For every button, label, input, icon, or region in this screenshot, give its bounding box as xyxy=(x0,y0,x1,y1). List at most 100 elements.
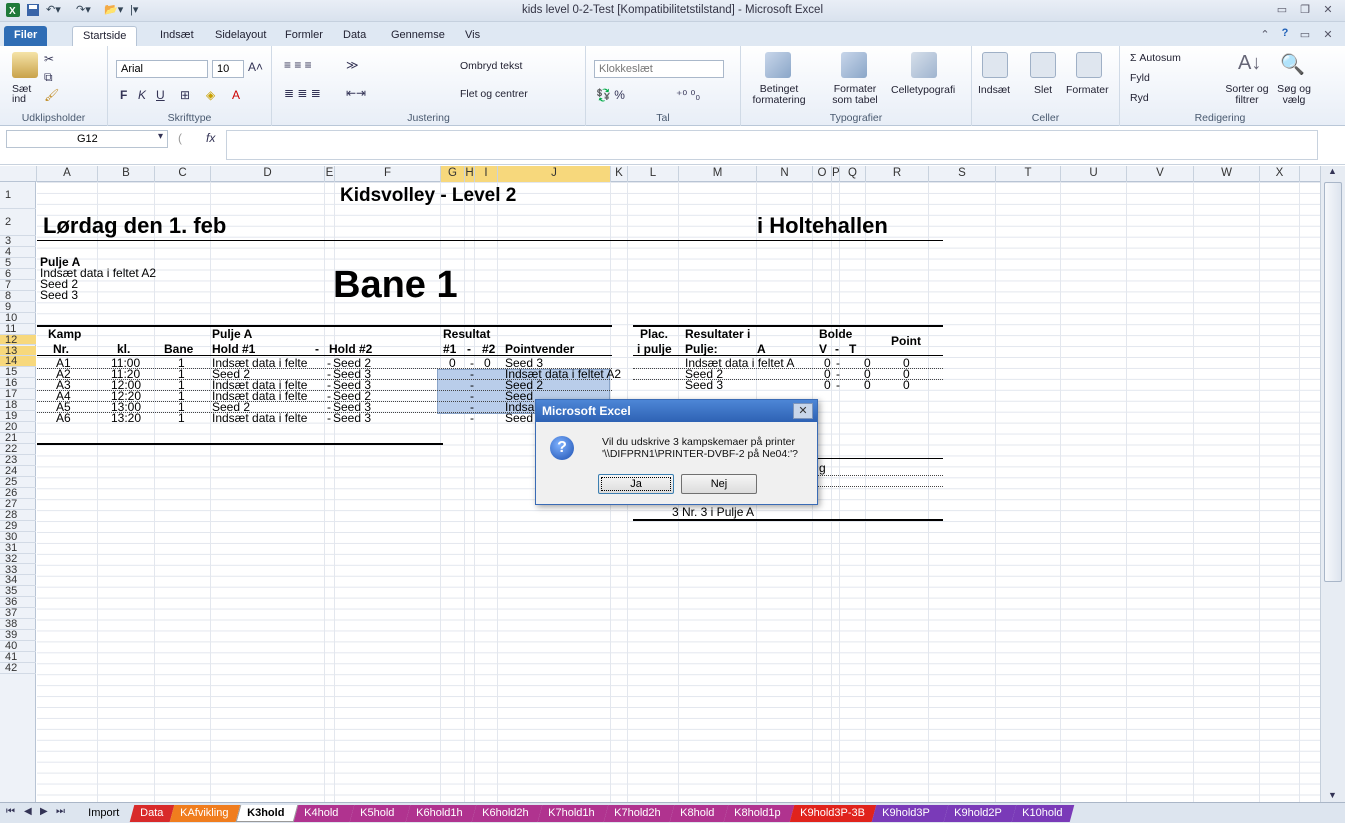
row-header-12[interactable]: 12 xyxy=(0,334,36,346)
format-painter-icon[interactable]: 🖌 xyxy=(44,88,59,102)
tab-filer[interactable]: Filer xyxy=(4,26,48,46)
yes-button[interactable]: Ja xyxy=(598,474,674,494)
sheet-tab-k7hold2h[interactable]: K7hold2h xyxy=(603,805,675,822)
help-icon[interactable]: ? xyxy=(1275,27,1295,43)
sort-filter-icon[interactable]: A↓ xyxy=(1238,52,1261,75)
first-sheet-icon[interactable]: ⏮ xyxy=(6,806,15,817)
tab-indsaet[interactable]: Indsæt xyxy=(150,26,204,46)
prev-sheet-icon[interactable]: ◀ xyxy=(24,806,32,817)
sheet-tab-k8hold[interactable]: K8hold xyxy=(669,805,729,822)
no-button[interactable]: Nej xyxy=(681,474,757,494)
autosum-button[interactable]: Σ Autosum xyxy=(1130,52,1181,64)
align-left-icon[interactable]: ≣ ≣ ≣ xyxy=(284,86,321,100)
column-header-h[interactable]: H xyxy=(465,166,475,182)
column-header-s[interactable]: S xyxy=(929,166,996,182)
border-icon[interactable]: ⊞ xyxy=(180,88,190,102)
column-header-q[interactable]: Q xyxy=(840,166,866,182)
merge-center-button[interactable]: Flet og centrer xyxy=(460,88,528,100)
format-table-button[interactable]: Formater som tabel xyxy=(823,84,887,106)
sheet-tab-import[interactable]: Import xyxy=(77,805,135,822)
column-header-g[interactable]: G xyxy=(441,166,465,182)
format-cells-icon[interactable] xyxy=(1076,52,1102,78)
decimal-icon[interactable]: ⁺⁰ ⁰₀ xyxy=(676,88,700,102)
row-header-10[interactable]: 10 xyxy=(0,312,36,324)
format-table-icon[interactable] xyxy=(841,52,867,78)
vertical-scrollbar[interactable]: ▲ ▼ xyxy=(1320,166,1345,802)
sheet-tab-k6hold1h[interactable]: K6hold1h xyxy=(405,805,477,822)
column-header-o[interactable]: O xyxy=(813,166,832,182)
tab-data[interactable]: Data xyxy=(333,26,376,46)
insert-cells-button[interactable]: Indsæt xyxy=(978,84,1010,96)
row-header-1[interactable]: 1 xyxy=(0,182,36,209)
chevron-down-icon[interactable]: ▾ xyxy=(158,131,163,142)
row-header-32[interactable]: 32 xyxy=(0,553,36,565)
ribbon-minimize-icon[interactable]: ⌃ xyxy=(1255,28,1275,44)
bold-icon[interactable]: F xyxy=(120,88,127,102)
name-box[interactable]: G12 xyxy=(6,130,168,148)
find-select-button[interactable]: Søg og vælg xyxy=(1274,84,1314,106)
cell-styles-icon[interactable] xyxy=(911,52,937,78)
column-header-d[interactable]: D xyxy=(211,166,325,182)
column-header-f[interactable]: F xyxy=(335,166,441,182)
sheet-tab-k9hold3p-3b[interactable]: K9hold3P-3B xyxy=(789,805,877,822)
column-header-n[interactable]: N xyxy=(757,166,813,182)
doc-close-icon[interactable]: ✕ xyxy=(1318,28,1338,44)
delete-cells-icon[interactable] xyxy=(1030,52,1056,78)
indent-icon[interactable]: ⇤⇥ xyxy=(346,86,366,100)
dialog-close-icon[interactable]: ✕ xyxy=(793,403,813,419)
column-header-x[interactable]: X xyxy=(1260,166,1300,182)
column-header-t[interactable]: T xyxy=(996,166,1061,182)
column-header-j[interactable]: J xyxy=(498,166,611,182)
sort-filter-button[interactable]: Sorter og filtrer xyxy=(1224,84,1270,106)
underline-icon[interactable]: U xyxy=(156,88,165,102)
sheet-tab-k8hold1p[interactable]: K8hold1p xyxy=(723,805,795,822)
row-header-31[interactable]: 31 xyxy=(0,542,36,554)
select-all-corner[interactable] xyxy=(0,166,37,182)
font-color-icon[interactable]: A xyxy=(232,88,240,102)
column-header-p[interactable]: P xyxy=(832,166,840,182)
sheet-tab-k6hold2h[interactable]: K6hold2h xyxy=(471,805,543,822)
font-size-select[interactable]: 10 xyxy=(212,60,244,78)
clear-button[interactable]: Ryd xyxy=(1130,92,1149,104)
number-format-select[interactable]: Klokkeslæt xyxy=(594,60,724,78)
sheet-tab-k9hold2p[interactable]: K9hold2P xyxy=(943,805,1017,822)
column-header-k[interactable]: K xyxy=(611,166,628,182)
sheet-tab-k5hold[interactable]: K5hold xyxy=(349,805,411,822)
doc-minimize-icon[interactable]: ▭ xyxy=(1295,28,1315,44)
conditional-format-icon[interactable] xyxy=(765,52,791,78)
row-header-2[interactable]: 2 xyxy=(0,209,36,236)
sheet-tab-data[interactable]: Data xyxy=(129,805,175,822)
cut-icon[interactable]: ✂ xyxy=(44,52,54,66)
column-header-l[interactable]: L xyxy=(628,166,679,182)
sheet-tab-k9hold3p[interactable]: K9hold3P xyxy=(871,805,949,822)
sheet-tab-k3hold[interactable]: K3hold xyxy=(235,805,299,822)
column-header-b[interactable]: B xyxy=(98,166,155,182)
row-header-9[interactable]: 9 xyxy=(0,301,36,313)
find-icon[interactable]: 🔍 xyxy=(1280,52,1305,77)
sheet-tab-kafvikling[interactable]: KAfvikling xyxy=(169,805,241,822)
tab-startside[interactable]: Startside xyxy=(72,26,138,46)
orientation-icon[interactable]: ≫ xyxy=(346,58,359,72)
insert-cells-icon[interactable] xyxy=(982,52,1008,78)
tab-sidelayout[interactable]: Sidelayout xyxy=(205,26,276,46)
fill-button[interactable]: Fyld xyxy=(1130,72,1150,84)
close-icon[interactable]: ✕ xyxy=(1318,3,1338,19)
row-header-11[interactable]: 11 xyxy=(0,323,36,335)
row-header-30[interactable]: 30 xyxy=(0,531,36,543)
currency-icon[interactable]: 💱 % xyxy=(596,88,625,102)
column-header-e[interactable]: E xyxy=(325,166,335,182)
column-header-c[interactable]: C xyxy=(155,166,211,182)
column-header-a[interactable]: A xyxy=(37,166,98,182)
restore-icon[interactable]: ❐ xyxy=(1295,3,1315,19)
wrap-text-button[interactable]: Ombryd tekst xyxy=(460,60,522,72)
fill-color-icon[interactable]: ◈ xyxy=(206,88,215,102)
fx-icon[interactable]: fx xyxy=(206,131,215,145)
column-header-i[interactable]: I xyxy=(475,166,498,182)
format-cells-button[interactable]: Formater xyxy=(1066,84,1109,96)
tab-gennemse[interactable]: Gennemse xyxy=(381,26,455,46)
font-name-select[interactable]: Arial xyxy=(116,60,208,78)
cancel-icon[interactable]: ( xyxy=(178,131,182,145)
row-header-29[interactable]: 29 xyxy=(0,520,36,532)
formula-input[interactable] xyxy=(226,130,1318,160)
row-header-42[interactable]: 42 xyxy=(0,663,36,674)
